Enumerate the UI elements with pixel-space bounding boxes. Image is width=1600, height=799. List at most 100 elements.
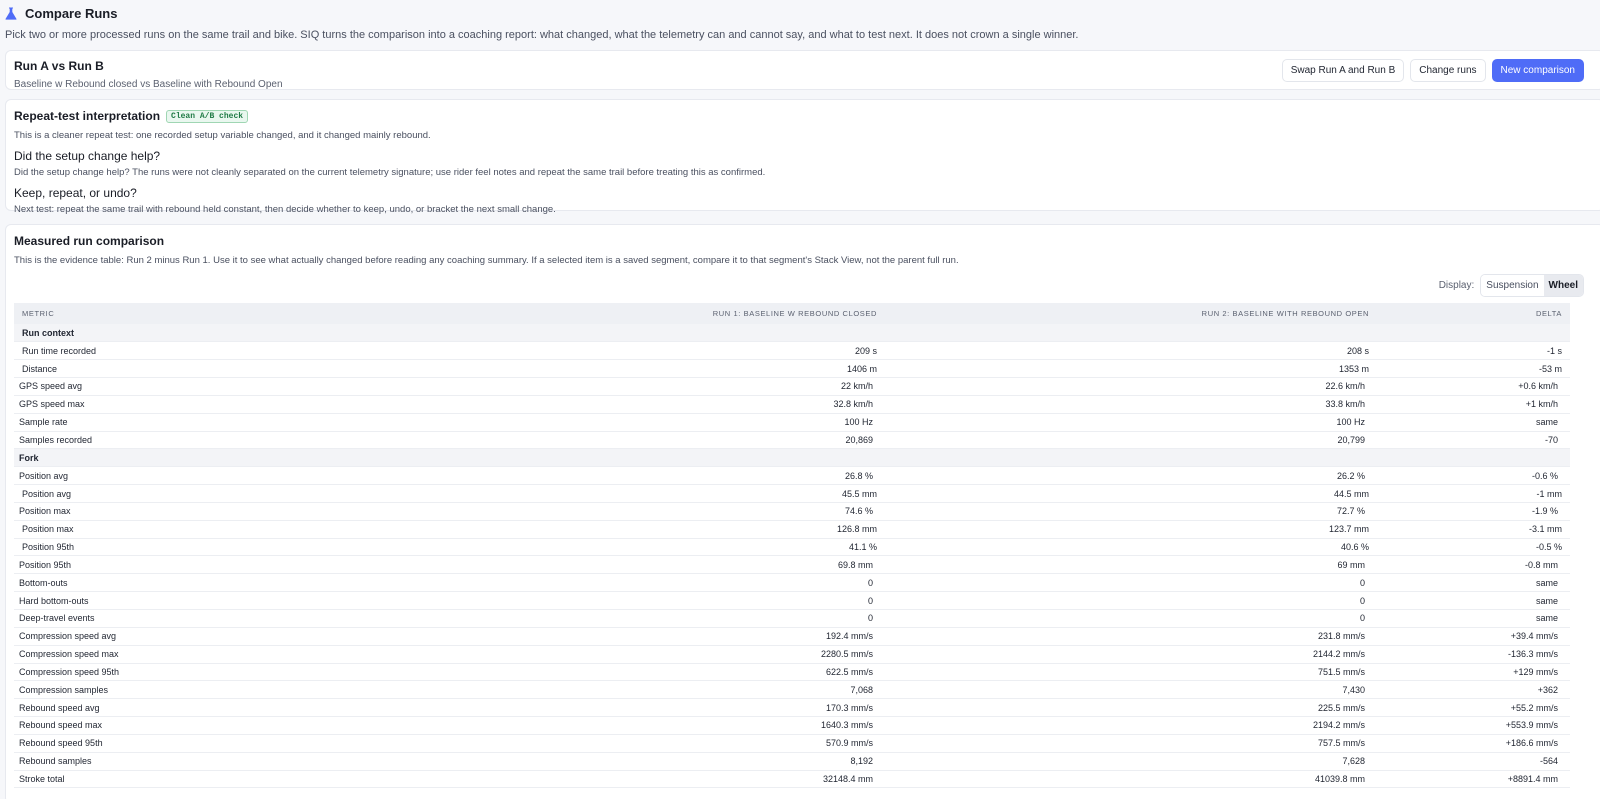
- run2-cell: 40.6 %: [885, 538, 1377, 557]
- run2-cell: 1353 m: [885, 359, 1377, 379]
- run1-cell: 1640.3 mm/s: [474, 716, 885, 735]
- run1-cell: 0: [474, 591, 885, 610]
- table-row: Bottom-outs 0 0 same: [14, 573, 1570, 593]
- runs-heading: Run A vs Run B Baseline w Rebound closed…: [14, 59, 283, 90]
- metric-cell: Run time recorded: [14, 341, 474, 361]
- delta-cell: -1.9 %: [1377, 502, 1570, 521]
- metric-cell: Position max: [14, 520, 474, 539]
- delta-cell: -1 s: [1377, 341, 1570, 361]
- table-row: Compression samples 7,068 7,430 +362: [14, 680, 1570, 700]
- run1-cell: 622.5 mm/s: [474, 663, 885, 682]
- table-row: GPS speed avg 22 km/h 22.6 km/h +0.6 km/h: [14, 377, 1570, 396]
- run1-cell: 41.1 %: [474, 538, 885, 557]
- table-row: Sample rate 100 Hz 100 Hz same: [14, 413, 1570, 432]
- table-row: Deep-travel events 0 0 same: [14, 609, 1570, 628]
- runs-subtitle: Baseline w Rebound closed vs Baseline wi…: [14, 79, 283, 90]
- display-wheel-button[interactable]: Wheel: [1543, 275, 1583, 296]
- metric-cell: Compression samples: [14, 680, 474, 700]
- run1-cell: 0: [474, 573, 885, 593]
- interpretation-header: Repeat-test interpretation Clean A/B che…: [14, 109, 1596, 123]
- comparison-table: Metric Run 1: Baseline w Rebound closed …: [14, 303, 1570, 789]
- delta-cell: -0.5 %: [1377, 538, 1570, 557]
- display-toggle: Suspension Wheel: [1480, 274, 1584, 297]
- run2-cell: 20,799: [885, 431, 1377, 450]
- runs-card: Run A vs Run B Baseline w Rebound closed…: [5, 50, 1600, 90]
- metric-cell: Rebound speed 95th: [14, 734, 474, 753]
- delta-cell: +553.9 mm/s: [1377, 716, 1570, 735]
- section-label: Run context: [14, 324, 1570, 343]
- table-row: Rebound speed 95th 570.9 mm/s 757.5 mm/s +1…: [14, 734, 1570, 753]
- table-row: Samples recorded 20,869 20,799 -70: [14, 431, 1570, 450]
- metric-cell: Compression speed max: [14, 645, 474, 664]
- run2-cell: 26.2 %: [885, 466, 1377, 486]
- metric-cell: Stroke total: [14, 770, 474, 789]
- delta-cell: +129 mm/s: [1377, 663, 1570, 682]
- table-row: Position avg 26.8 % 26.2 % -0.6 %: [14, 466, 1570, 486]
- run1-cell: 126.8 mm: [474, 520, 885, 539]
- metric-cell: GPS speed avg: [14, 377, 474, 396]
- table-row: Hard bottom-outs 0 0 same: [14, 591, 1570, 610]
- run2-cell: 41039.8 mm: [885, 770, 1377, 789]
- run2-cell: 100 Hz: [885, 413, 1377, 432]
- delta-cell: +362: [1377, 680, 1570, 700]
- question-keep-title: Keep, repeat, or undo?: [14, 186, 137, 200]
- delta-cell: -1 mm: [1377, 484, 1570, 503]
- delta-cell: same: [1377, 609, 1570, 628]
- delta-cell: +39.4 mm/s: [1377, 627, 1570, 646]
- swap-runs-button[interactable]: Swap Run A and Run B: [1281, 59, 1405, 82]
- run2-cell: 231.8 mm/s: [885, 627, 1377, 646]
- metric-cell: Deep-travel events: [14, 609, 474, 628]
- delta-cell: same: [1377, 413, 1570, 432]
- run1-cell: 74.6 %: [474, 502, 885, 521]
- run2-cell: 751.5 mm/s: [885, 663, 1377, 682]
- table-row: Run time recorded 209 s 208 s -1 s: [14, 341, 1570, 361]
- run2-cell: 0: [885, 609, 1377, 628]
- metric-cell: GPS speed max: [14, 395, 474, 414]
- page-title: Compare Runs: [25, 6, 118, 21]
- delta-cell: +0.6 km/h: [1377, 377, 1570, 396]
- table-row: Position 95th 69.8 mm 69 mm -0.8 mm: [14, 555, 1570, 575]
- measured-card: Measured run comparison This is the evid…: [5, 224, 1600, 799]
- runs-title: Run A vs Run B: [14, 59, 104, 73]
- table-row: Rebound samples 8,192 7,628 -564: [14, 752, 1570, 771]
- display-label: Display:: [1438, 280, 1475, 291]
- table-body: Run context Run time recorded 209 s 208 s -1…: [14, 324, 1570, 789]
- table-row: Compression speed max 2280.5 mm/s 2144.2 m…: [14, 645, 1570, 664]
- runs-actions: Swap Run A and Run B Change runs New com…: [1281, 59, 1584, 82]
- column-header-run1: Run 1: Baseline w Rebound closed: [474, 303, 885, 324]
- run1-cell: 2280.5 mm/s: [474, 645, 885, 664]
- delta-cell: same: [1377, 573, 1570, 593]
- table-row: Position 95th 41.1 % 40.6 % -0.5 %: [14, 538, 1570, 557]
- run1-cell: 20,869: [474, 431, 885, 450]
- run1-cell: 22 km/h: [474, 377, 885, 396]
- metric-cell: Distance: [14, 359, 474, 379]
- metric-cell: Compression speed avg: [14, 627, 474, 646]
- table-row: GPS speed max 32.8 km/h 33.8 km/h +1 km/h: [14, 395, 1570, 414]
- delta-cell: -0.6 %: [1377, 466, 1570, 486]
- run2-cell: 757.5 mm/s: [885, 734, 1377, 753]
- delta-cell: -564: [1377, 752, 1570, 771]
- change-runs-button[interactable]: Change runs: [1410, 59, 1486, 82]
- run2-cell: 33.8 km/h: [885, 395, 1377, 414]
- delta-cell: +55.2 mm/s: [1377, 698, 1570, 718]
- run2-cell: 44.5 mm: [885, 484, 1377, 503]
- interpretation-title: Repeat-test interpretation: [14, 109, 161, 123]
- delta-cell: +1 km/h: [1377, 395, 1570, 414]
- display-suspension-button[interactable]: Suspension: [1481, 275, 1544, 296]
- table-row: Compression speed 95th 622.5 mm/s 751.5 mm…: [14, 663, 1570, 682]
- metric-cell: Rebound samples: [14, 752, 474, 771]
- delta-cell: +186.6 mm/s: [1377, 734, 1570, 753]
- run1-cell: 32148.4 mm: [474, 770, 885, 789]
- new-comparison-button[interactable]: New comparison: [1491, 59, 1584, 82]
- table-section-row: Fork: [14, 448, 1570, 468]
- run1-cell: 100 Hz: [474, 413, 885, 432]
- flask-icon: [5, 7, 17, 20]
- run2-cell: 208 s: [885, 341, 1377, 361]
- run1-cell: 32.8 km/h: [474, 395, 885, 414]
- run1-cell: 1406 m: [474, 359, 885, 379]
- metric-cell: Samples recorded: [14, 431, 474, 450]
- table-row: Rebound speed avg 170.3 mm/s 225.5 mm/s +55…: [14, 698, 1570, 718]
- interpretation-card: Repeat-test interpretation Clean A/B che…: [5, 99, 1600, 215]
- table-header-row: Metric Run 1: Baseline w Rebound closed …: [14, 303, 1570, 324]
- table-row: Position max 126.8 mm 123.7 mm -3.1 mm: [14, 520, 1570, 539]
